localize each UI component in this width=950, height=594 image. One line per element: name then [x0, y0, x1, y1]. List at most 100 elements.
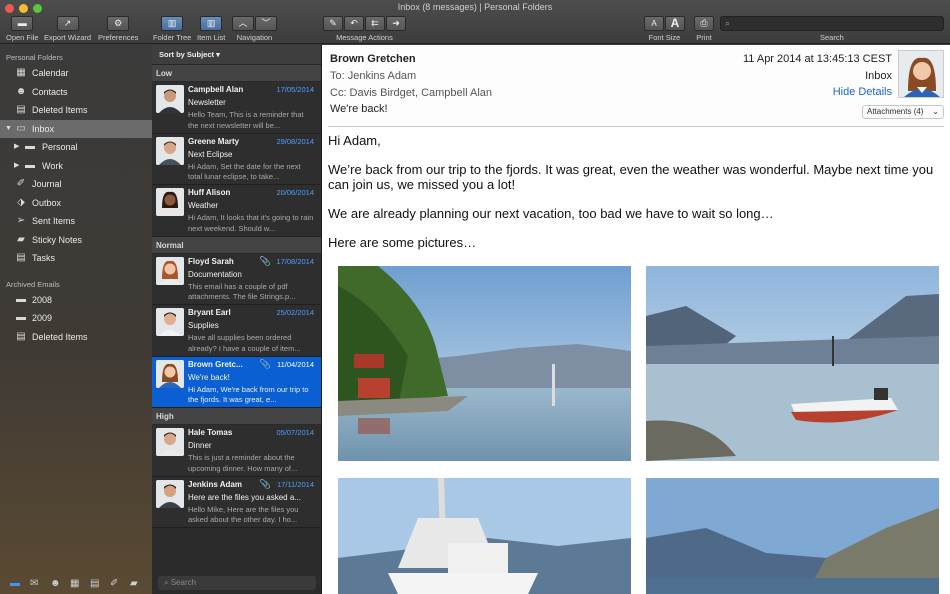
message-folder: Inbox: [865, 70, 892, 82]
reply-icon[interactable]: ↶: [344, 16, 364, 31]
disclosure-closed-icon[interactable]: ▶: [14, 138, 19, 157]
list-item-selected[interactable]: Brown Gretc... 📎 11/04/2014 We're back! Hi …: [152, 356, 321, 408]
folders-module-icon[interactable]: ▬: [10, 579, 21, 589]
contacts-icon: ☻: [15, 85, 27, 97]
sticky-note-icon: ▰: [17, 233, 25, 245]
notes-module-icon[interactable]: ▰: [130, 579, 141, 589]
message-body: Hi Adam, We’re back from our trip to the…: [322, 127, 950, 250]
reply-all-icon[interactable]: ⇇: [365, 16, 385, 31]
print-button[interactable]: ⎙ Print: [694, 16, 714, 42]
message-list: Sort by Subject ▾ Low Campbell Alan 17/05…: [152, 45, 322, 594]
search-icon: ⌕: [164, 578, 171, 587]
folder-open-icon: ▬: [11, 16, 34, 31]
toolbar: Inbox (8 messages) | Personal Folders ▬ O…: [0, 0, 950, 44]
sidebar-item-sent-items[interactable]: ➢ Sent Items: [0, 212, 152, 231]
fjord-photo-1[interactable]: [338, 266, 631, 461]
body-paragraph: Hi Adam,: [328, 133, 381, 148]
group-header-normal: Normal: [152, 236, 321, 254]
fjord-photo-2[interactable]: [646, 266, 939, 461]
sidebar-item-contacts[interactable]: ☻ Contacts: [0, 83, 152, 102]
message-datetime: 11 Apr 2014 at 13:45:13 CEST: [742, 53, 892, 65]
to-line: To: Jenkins Adam: [330, 70, 417, 82]
mail-module-icon[interactable]: ✉: [30, 579, 41, 589]
open-file-button[interactable]: ▬ Open File: [6, 16, 39, 42]
hide-details-link[interactable]: Hide Details: [833, 86, 892, 98]
list-search-input[interactable]: ⌕ Search: [158, 576, 316, 590]
sender-name: Brown Gretchen: [330, 53, 416, 65]
folder-tree-button[interactable]: ▥ Folder Tree: [153, 16, 191, 42]
contacts-module-icon[interactable]: ☻: [50, 579, 61, 589]
cc-line: Cc: Davis Birdget, Campbell Alan: [330, 87, 493, 99]
avatar: [156, 308, 184, 336]
avatar: [156, 479, 184, 508]
search-input[interactable]: ⌕: [720, 16, 944, 31]
message-header: Brown Gretchen To: Jenkins Adam Cc: Davi…: [328, 45, 944, 127]
sidebar-item-outbox[interactable]: ⬗ Outbox: [0, 194, 152, 213]
font-larger-icon[interactable]: A: [665, 16, 685, 31]
outbox-icon: ⬗: [17, 196, 25, 208]
disclosure-open-icon[interactable]: ▼: [5, 120, 12, 139]
navigation-buttons: ︿ ﹀ Navigation: [232, 16, 277, 42]
folder-tree-icon: ▥: [161, 16, 184, 31]
font-size-group: A A Font Size: [644, 16, 685, 42]
group-header-high: High: [152, 408, 321, 425]
inbox-icon: ▭: [16, 122, 26, 134]
item-list-icon: ▥: [200, 16, 223, 31]
sidebar-item-sticky-notes[interactable]: ▰ Sticky Notes: [0, 231, 152, 250]
font-smaller-icon[interactable]: A: [644, 16, 664, 31]
window-title: Inbox (8 messages) | Personal Folders: [397, 2, 553, 12]
compose-icon[interactable]: ✎: [323, 16, 343, 31]
preferences-button[interactable]: ⚙ Preferences: [98, 16, 138, 42]
list-item[interactable]: Greene Marty 29/08/2014 Next Eclipse Hi Ad…: [152, 133, 321, 185]
journal-icon: ✐: [16, 178, 26, 189]
disclosure-closed-icon[interactable]: ▶: [14, 157, 19, 176]
trash-icon: ▤: [16, 104, 26, 115]
archived-emails-header: Archived Emails: [6, 279, 60, 289]
sender-avatar: [898, 50, 944, 98]
search-label: Search: [820, 33, 844, 42]
attachments-dropdown[interactable]: Attachments (4) ⌄: [862, 105, 944, 119]
list-item[interactable]: Bryant Earl 25/02/2014 Supplies Have all s…: [152, 305, 321, 357]
forward-icon[interactable]: ➜: [386, 16, 406, 31]
body-paragraph: Here are some pictures…: [328, 235, 477, 250]
subject-line: We're back!: [330, 103, 388, 115]
message-actions-group: ✎ ↶ ⇇ ➜ Message Actions: [323, 16, 406, 42]
chevron-down-icon[interactable]: ﹀: [255, 16, 277, 31]
folder-icon: ▬: [25, 141, 35, 152]
sidebar-item-archived-deleted-items[interactable]: ▤ Deleted Items: [0, 328, 152, 347]
sidebar-item-2008[interactable]: ▬ 2008: [0, 291, 152, 310]
folder-sidebar: Personal Folders ▦ Calendar ☻ Contacts ▤ De…: [0, 45, 152, 594]
journal-module-icon[interactable]: ✐: [110, 579, 121, 589]
list-item[interactable]: Jenkins Adam 📎 17/11/2014 Here are the fil…: [152, 476, 321, 528]
body-paragraph: We’re back from our trip to the fjords. …: [328, 162, 934, 192]
calendar-module-icon[interactable]: ▦: [70, 579, 81, 589]
list-item[interactable]: Huff Alison 20/06/2014 Weather Hi Adam, It…: [152, 185, 321, 237]
sidebar-item-journal[interactable]: ✐ Journal: [0, 175, 152, 194]
list-item[interactable]: Floyd Sarah 📎 17/08/2014 Documentation This…: [152, 253, 321, 305]
tasks-module-icon[interactable]: ▤: [90, 579, 101, 589]
sidebar-item-inbox[interactable]: ▼ ▭ Inbox: [0, 119, 152, 139]
sent-icon: ➢: [16, 215, 26, 226]
chevron-up-icon[interactable]: ︿: [232, 16, 254, 31]
sidebar-item-deleted-items[interactable]: ▤ Deleted Items: [0, 101, 152, 120]
sidebar-item-personal[interactable]: ▶ ▬ Personal: [0, 138, 152, 157]
sidebar-item-work[interactable]: ▶ ▬ Work: [0, 157, 152, 176]
personal-folders-header: Personal Folders: [6, 53, 63, 62]
paperclip-icon: 📎: [259, 358, 271, 369]
sidebar-item-calendar[interactable]: ▦ Calendar: [0, 64, 152, 83]
item-list-button[interactable]: ▥ Item List: [197, 16, 225, 42]
group-header-low: Low: [152, 65, 321, 82]
avatar: [156, 256, 184, 285]
list-item[interactable]: Hale Tomas 05/07/2014 Dinner This is just …: [152, 425, 321, 477]
reading-pane: Brown Gretchen To: Jenkins Adam Cc: Davi…: [322, 45, 950, 594]
fjord-photo-4[interactable]: [646, 478, 939, 594]
list-item[interactable]: Campbell Alan 17/05/2014 Newsletter Hello …: [152, 82, 321, 134]
export-wizard-button[interactable]: ↗ Export Wizard: [44, 16, 91, 42]
trash-icon: ▤: [16, 330, 26, 342]
fjord-photo-3[interactable]: [338, 478, 631, 594]
sidebar-item-2009[interactable]: ▬ 2009: [0, 309, 152, 328]
avatar: [156, 136, 184, 165]
sort-by-dropdown[interactable]: Sort by Subject ▾: [152, 45, 321, 65]
sidebar-item-tasks[interactable]: ▤ Tasks: [0, 249, 152, 268]
folder-icon: ▬: [25, 159, 35, 171]
